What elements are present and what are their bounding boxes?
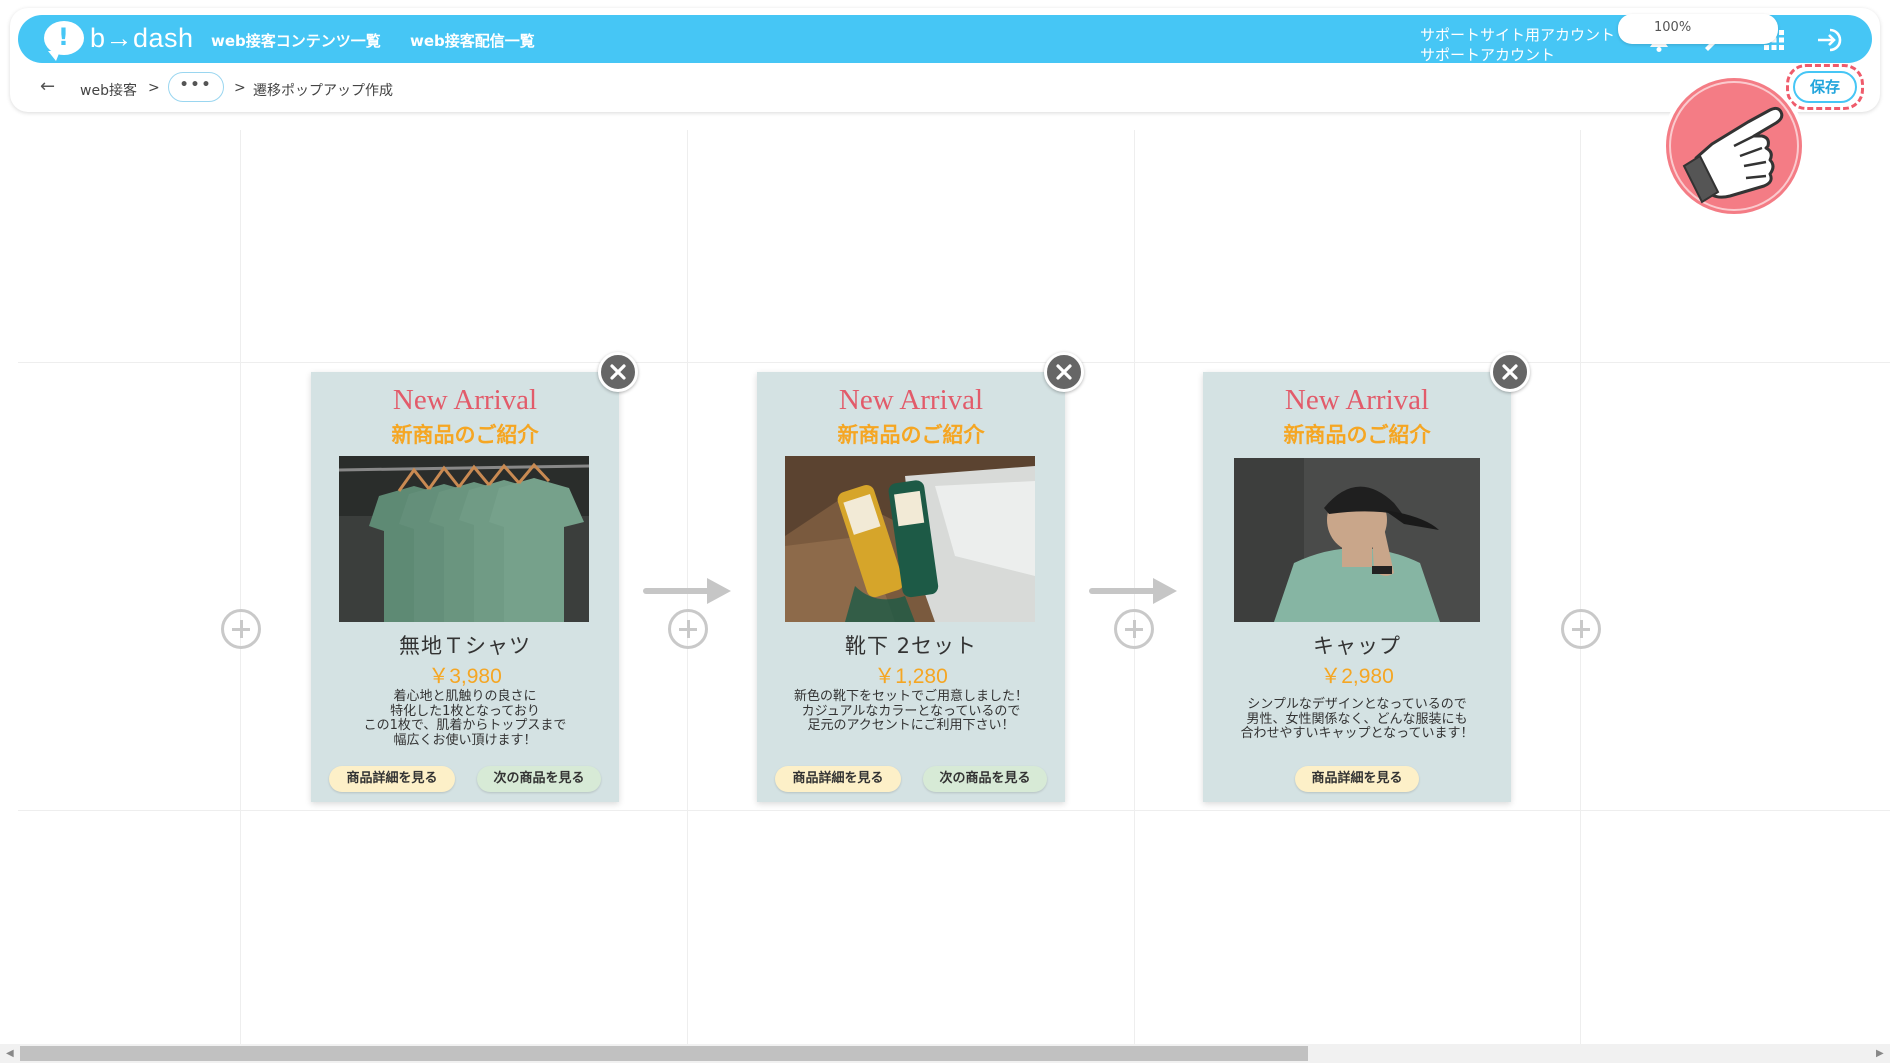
account-sub: サポートアカウント [1420, 46, 1556, 64]
hand-pointer-icon [1660, 72, 1808, 220]
grid-line [18, 810, 1890, 811]
logo[interactable]: ! b→dash [44, 21, 194, 61]
breadcrumb-separator: > [148, 80, 160, 96]
breadcrumb-current-page: 遷移ポップアップ作成 [253, 83, 393, 99]
close-icon[interactable] [1490, 352, 1530, 392]
zoom-level[interactable]: 100% [1618, 14, 1778, 44]
grid-line [1580, 130, 1581, 1045]
breadcrumb-ellipsis-button[interactable]: ••• [168, 72, 224, 102]
account-info[interactable]: サポートサイト用アカウント サポートアカウント [1420, 25, 1615, 65]
flow-arrow-icon [643, 578, 731, 604]
product-description: 着心地と肌触りの良さに 特化した1枚となっており この1枚で、肌着からトップスま… [363, 689, 567, 748]
product-price: ￥2,980 [1320, 665, 1394, 688]
add-step-plus-icon[interactable] [668, 609, 708, 649]
add-step-plus-icon[interactable] [1561, 609, 1601, 649]
scroll-left-icon[interactable]: ◀ [6, 1048, 14, 1059]
logo-text: b→dash [90, 22, 194, 53]
card-title-ja: 新商品のご紹介 [391, 423, 539, 447]
card-title-en: New Arrival [1284, 384, 1430, 416]
product-description: 新色の靴下をセットでご用意しました！ カジュアルなカラーとなっているので 足元の… [793, 689, 1028, 733]
grid-line [240, 130, 241, 1045]
product-price: ￥3,980 [428, 665, 502, 688]
popup-card-socks[interactable]: New Arrival 新商品のご紹介 靴下 2セット ￥1,280 新色の靴下… [757, 372, 1065, 802]
popup-card-cap[interactable]: New Arrival 新商品のご紹介 キャップ ￥2,980 シンプルなデザイ… [1203, 372, 1511, 802]
product-detail-button[interactable]: 商品詳細を見る [775, 766, 901, 792]
add-step-plus-icon[interactable] [1114, 609, 1154, 649]
next-product-button[interactable]: 次の商品を見る [477, 766, 601, 792]
breadcrumb-bar: ← web接客 > ••• > 遷移ポップアップ作成 [10, 68, 1880, 108]
breadcrumb-web-service[interactable]: web接客 [80, 80, 137, 100]
scrollbar-thumb[interactable] [20, 1046, 1308, 1061]
product-name: 靴下 2セット [844, 634, 978, 658]
card-title-ja: 新商品のご紹介 [837, 423, 985, 447]
card-title-ja: 新商品のご紹介 [1283, 423, 1431, 447]
nav-web-delivery-list[interactable]: web接客配信一覧 [410, 30, 535, 51]
flow-arrow-icon [1089, 578, 1177, 604]
product-photo-cap [1234, 458, 1480, 622]
product-detail-button[interactable]: 商品詳細を見る [1295, 766, 1419, 792]
popup-card-tshirt[interactable]: New Arrival 新商品のご紹介 無地Ｔシャツ ￥3,980 着心地と肌触… [311, 372, 619, 802]
product-price: ￥1,280 [874, 665, 948, 688]
breadcrumb-separator: > [234, 80, 246, 96]
back-arrow-icon[interactable]: ← [40, 76, 55, 97]
app-header: ! b→dash web接客コンテンツ一覧 web接客配信一覧 サポートサイト用… [10, 8, 1880, 112]
card-title-en: New Arrival [838, 384, 984, 416]
account-name: サポートサイト用アカウント [1420, 26, 1616, 44]
product-description: シンプルなデザインとなっているので 男性、女性関係なく、どんな服装にも 合わせや… [1240, 697, 1474, 741]
product-photo-tshirts [339, 456, 589, 622]
next-product-button[interactable]: 次の商品を見る [923, 766, 1047, 792]
close-icon[interactable] [598, 352, 638, 392]
product-name: 無地Ｔシャツ [399, 634, 531, 658]
close-icon[interactable] [1044, 352, 1084, 392]
scroll-right-icon[interactable]: ▶ [1876, 1048, 1884, 1059]
add-step-plus-icon[interactable] [221, 609, 261, 649]
logo-bubble-icon: ! [44, 21, 84, 61]
nav-web-content-list[interactable]: web接客コンテンツ一覧 [211, 30, 381, 51]
product-photo-socks [785, 456, 1035, 622]
top-nav-bar: ! b→dash web接客コンテンツ一覧 web接客配信一覧 サポートサイト用… [18, 15, 1872, 65]
product-detail-button[interactable]: 商品詳細を見る [329, 766, 455, 792]
grid-line [18, 362, 1890, 363]
logout-icon[interactable] [1816, 25, 1846, 55]
product-name: キャップ [1313, 634, 1401, 658]
card-title-en: New Arrival [392, 384, 538, 416]
